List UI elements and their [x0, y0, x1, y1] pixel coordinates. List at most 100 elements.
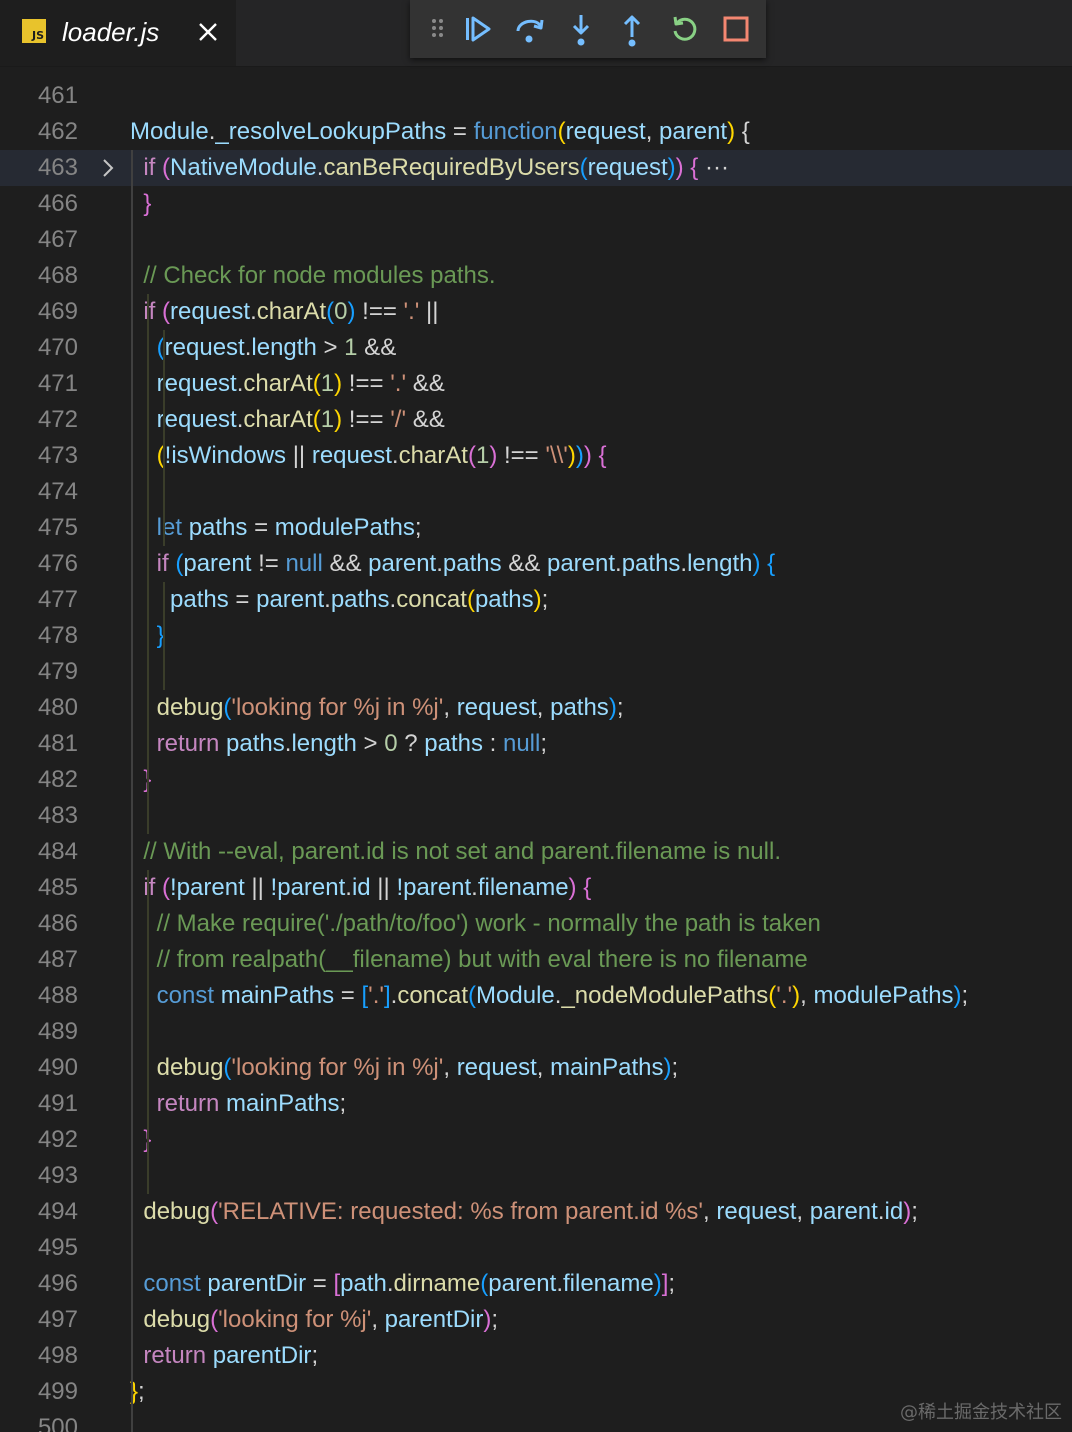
- code-line[interactable]: 490 debug('looking for %j in %j', reques…: [0, 1050, 1072, 1086]
- code-token: ,: [443, 1054, 457, 1081]
- code-line[interactable]: 492 }: [0, 1122, 1072, 1158]
- code-token: length: [291, 730, 357, 757]
- code-line[interactable]: 466 }: [0, 186, 1072, 222]
- line-number: 483: [37, 802, 78, 829]
- code-token: parent: [256, 586, 325, 613]
- code-line[interactable]: 484 // With --eval, parent.id is not set…: [0, 834, 1072, 870]
- code-line[interactable]: 483: [0, 798, 1072, 834]
- code-line[interactable]: 467: [0, 222, 1072, 258]
- code-line[interactable]: 462 Module._resolveLookupPaths = function…: [0, 114, 1072, 150]
- line-number: 477: [37, 586, 78, 613]
- stop-icon[interactable]: [716, 9, 756, 49]
- code-line[interactable]: 482 }: [0, 762, 1072, 798]
- code-line[interactable]: 491 return mainPaths;: [0, 1086, 1072, 1122]
- code-token: charAt: [243, 406, 313, 433]
- code-token: null: [285, 550, 323, 577]
- code-token: !isWindows: [164, 442, 287, 469]
- code-token: &&: [357, 334, 397, 361]
- code-line[interactable]: 497 debug('looking for %j', parentDir);: [0, 1302, 1072, 1338]
- code-token: request: [456, 1054, 537, 1081]
- code-token: .: [556, 1270, 563, 1297]
- code-token: debug: [143, 1198, 211, 1225]
- tab-title: loader.js: [62, 17, 160, 47]
- code-line[interactable]: 495: [0, 1230, 1072, 1266]
- restart-icon[interactable]: [665, 9, 705, 49]
- code-token: .: [386, 1270, 394, 1297]
- step-over-icon[interactable]: [509, 9, 549, 49]
- code-line[interactable]: 487 // from realpath(__filename) but wit…: [0, 942, 1072, 978]
- code-line[interactable]: 476 if (parent != null && parent.paths &…: [0, 546, 1072, 582]
- code-token: >: [356, 730, 385, 757]
- code-token: ;: [138, 1378, 145, 1405]
- code-token: >: [316, 334, 345, 361]
- code-line[interactable]: 486 // Make require('./path/to/foo') wor…: [0, 906, 1072, 942]
- code-token: parentDir: [384, 1306, 484, 1333]
- line-number: 462: [37, 118, 78, 145]
- code-token: {: [591, 442, 607, 469]
- step-into-icon[interactable]: [561, 9, 601, 49]
- code-token: // Check for node modules paths.: [143, 262, 496, 289]
- code-line[interactable]: 481 return paths.length > 0 ? paths : nu…: [0, 726, 1072, 762]
- continue-icon[interactable]: [458, 9, 498, 49]
- code-line[interactable]: 463 if (NativeModule.canBeRequiredByUser…: [0, 150, 1072, 186]
- code-line[interactable]: 498 return parentDir;: [0, 1338, 1072, 1374]
- code-line[interactable]: 470 (request.length > 1 &&: [0, 330, 1072, 366]
- code-line[interactable]: 472 request.charAt(1) !== '/' &&: [0, 402, 1072, 438]
- code-text: request.charAt(1) !== '.' &&: [130, 366, 445, 402]
- code-line[interactable]: 493: [0, 1158, 1072, 1194]
- code-token: paths: [226, 730, 285, 757]
- line-number: 467: [37, 226, 78, 253]
- code-token: paths: [330, 586, 390, 613]
- code-line[interactable]: 480 debug('looking for %j in %j', reques…: [0, 690, 1072, 726]
- code-line[interactable]: 496 const parentDir = [path.dirname(pare…: [0, 1266, 1072, 1302]
- debug-toolbar: [410, 0, 766, 58]
- code-token: {: [576, 874, 592, 901]
- code-token: return: [156, 730, 220, 757]
- code-token: parent: [809, 1198, 878, 1225]
- code-line[interactable]: 468 // Check for node modules paths.: [0, 258, 1072, 294]
- code-text: debug('RELATIVE: requested: %s from pare…: [130, 1194, 918, 1230]
- line-number: 463: [37, 154, 78, 181]
- code-token: (: [155, 298, 171, 325]
- line-number: 476: [37, 550, 78, 577]
- code-token: .: [436, 550, 443, 577]
- code-text: Module._resolveLookupPaths = function(re…: [130, 114, 750, 150]
- code-token: ;: [671, 1054, 679, 1081]
- code-line[interactable]: 485 if (!parent || !parent.id || !parent…: [0, 870, 1072, 906]
- code-line[interactable]: 469 if (request.charAt(0) !== '.' ||: [0, 294, 1072, 330]
- tab-loader-js[interactable]: JS loader.js: [0, 0, 236, 66]
- code-editor[interactable]: 461 462 Module._resolveLookupPaths = funct…: [0, 66, 1072, 1432]
- line-number: 466: [37, 190, 78, 217]
- code-line[interactable]: 488 const mainPaths = ['.'].concat(Modul…: [0, 978, 1072, 1014]
- code-line[interactable]: 471 request.charAt(1) !== '.' &&: [0, 366, 1072, 402]
- line-number: 491: [37, 1090, 78, 1117]
- fold-chevron-right-icon[interactable]: [98, 150, 118, 186]
- code-line[interactable]: 489: [0, 1014, 1072, 1050]
- code-line[interactable]: 494 debug('RELATIVE: requested: %s from …: [0, 1194, 1072, 1230]
- code-token: (: [210, 1198, 219, 1225]
- code-line[interactable]: 473 (!isWindows || request.charAt(1) !==…: [0, 438, 1072, 474]
- code-text: let paths = modulePaths;: [130, 510, 422, 546]
- code-line[interactable]: 475 let paths = modulePaths;: [0, 510, 1072, 546]
- code-line[interactable]: 461: [0, 78, 1072, 114]
- code-text: if (request.charAt(0) !== '.' ||: [130, 294, 438, 330]
- code-token: ,: [536, 694, 551, 721]
- close-icon[interactable]: [194, 14, 222, 50]
- code-line[interactable]: 477 paths = parent.paths.concat(paths);: [0, 582, 1072, 618]
- code-token: request: [716, 1198, 797, 1225]
- step-out-icon[interactable]: [612, 9, 652, 49]
- code-line[interactable]: 479: [0, 654, 1072, 690]
- line-number: 493: [37, 1162, 78, 1189]
- code-line[interactable]: 474: [0, 474, 1072, 510]
- code-token: ,: [536, 1054, 551, 1081]
- code-token: parentDir: [207, 1270, 307, 1297]
- code-text: // Check for node modules paths.: [130, 258, 496, 294]
- line-number: 499: [37, 1378, 78, 1405]
- code-token: null: [502, 730, 541, 757]
- code-line[interactable]: 478 }: [0, 618, 1072, 654]
- code-token: ): [583, 442, 592, 469]
- line-number: 489: [37, 1018, 78, 1045]
